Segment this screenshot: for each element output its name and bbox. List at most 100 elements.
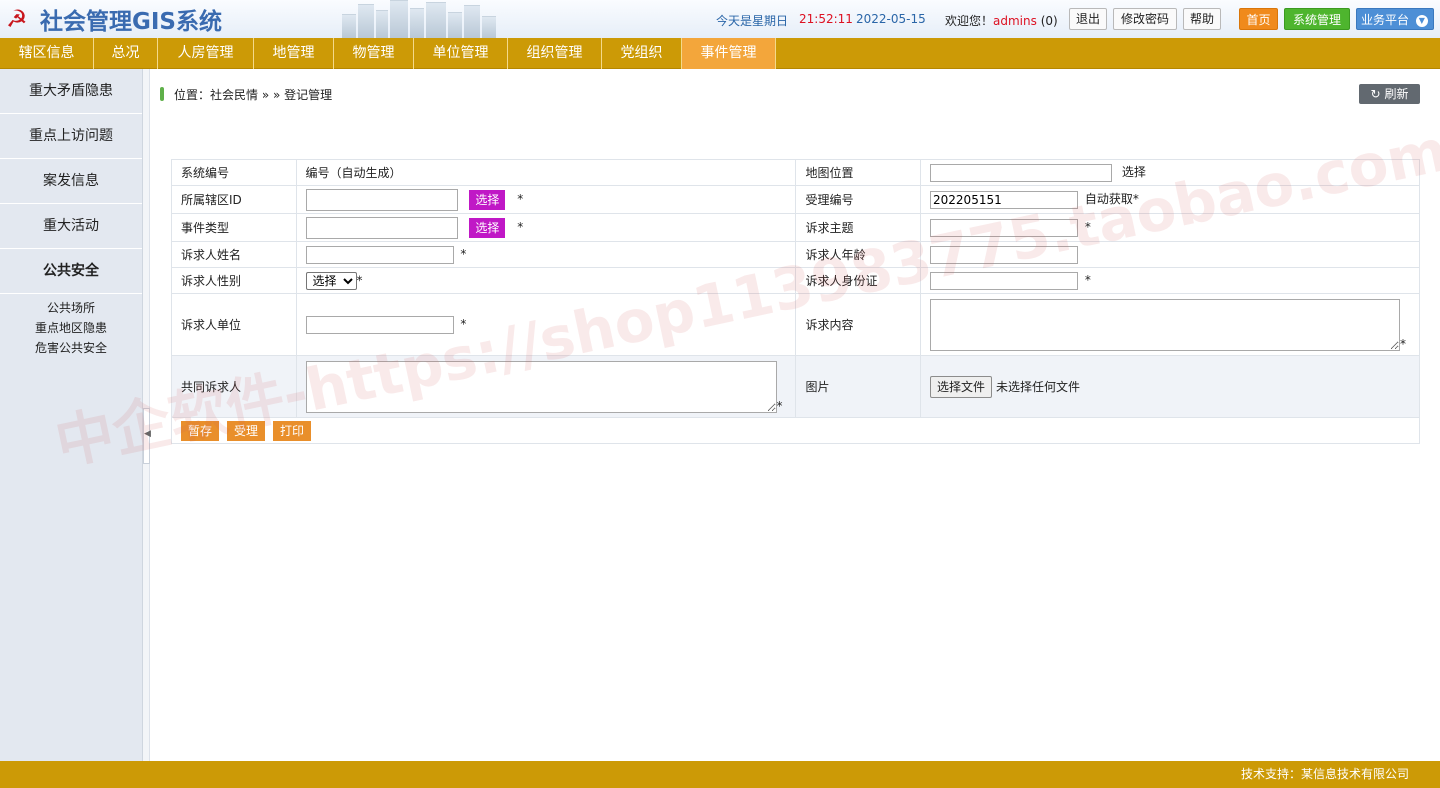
sidebar-item-major-conflicts[interactable]: 重大矛盾隐患: [0, 69, 142, 114]
help-button[interactable]: 帮助: [1183, 8, 1221, 30]
subject-cell: *: [920, 213, 1420, 242]
current-date: 2022-05-15: [856, 12, 926, 26]
accept-button[interactable]: 受理: [227, 420, 266, 441]
save-draft-button[interactable]: 暂存: [181, 420, 220, 441]
idcard-input[interactable]: [930, 271, 1079, 290]
sidebar-item-cases[interactable]: 案发信息: [0, 159, 142, 204]
accept-no-input[interactable]: [930, 190, 1079, 209]
clock-time: 21:52:11: [799, 12, 853, 26]
refresh-button[interactable]: ↻ 刷新: [1359, 84, 1420, 104]
sidebar-subitem-endangering-safety[interactable]: 危害公共安全: [0, 338, 142, 358]
event-type-cell: 选择 *: [295, 213, 797, 242]
event-register-form: 系统编号 编号（自动生成） 地图位置 选择 所属辖区ID 选择 * 受理编号 自…: [171, 159, 1420, 444]
co-petitioner-cell: *: [295, 355, 797, 418]
content-label: 诉求内容: [795, 293, 922, 356]
nav-item-organization[interactable]: 组织管理: [508, 38, 602, 69]
required-star: *: [1084, 220, 1091, 234]
sidebar-item-public-safety[interactable]: 公共安全: [0, 249, 142, 294]
logout-button[interactable]: 退出: [1069, 8, 1107, 30]
district-id-input[interactable]: [305, 188, 458, 211]
chevron-down-icon: ▼: [1415, 14, 1428, 27]
required-star: *: [517, 192, 524, 206]
refresh-icon: ↻: [1370, 87, 1381, 101]
nav-item-overview[interactable]: 总况: [94, 38, 158, 69]
welcome-label: 欢迎您！: [945, 14, 994, 28]
unit-input[interactable]: [305, 315, 454, 334]
message-count[interactable]: (0): [1041, 14, 1058, 28]
age-label: 诉求人年龄: [795, 241, 922, 268]
content-textarea[interactable]: [930, 298, 1401, 351]
event-type-label: 事件类型: [171, 213, 297, 242]
party-emblem-icon: ☭: [6, 5, 28, 33]
map-select-link[interactable]: 选择: [1122, 165, 1146, 179]
footer-support-text: 技术支持：某信息技术有限公司: [1240, 767, 1409, 781]
subject-input[interactable]: [930, 218, 1079, 237]
sidebar-collapse-handle[interactable]: ◀: [143, 408, 151, 464]
auto-get-label: 自动获取*: [1084, 192, 1139, 207]
header: ☭ 社会管理GIS系统 今天是星期日 21:52:11 2022-05-15 欢…: [0, 0, 1440, 38]
breadcrumb-text: 位置：社会民情 » » 登记管理: [174, 87, 333, 102]
nav-item-land[interactable]: 地管理: [254, 38, 334, 69]
home-button[interactable]: 首页: [1239, 8, 1278, 30]
required-star: *: [776, 398, 783, 413]
age-cell: [920, 241, 1420, 268]
breadcrumb: 位置：社会民情 » » 登记管理: [160, 86, 332, 102]
accept-no-label: 受理编号: [795, 185, 922, 214]
unit-cell: *: [295, 293, 797, 356]
required-star: *: [460, 247, 467, 261]
refresh-label: 刷新: [1384, 87, 1409, 101]
event-type-input[interactable]: [305, 216, 458, 239]
nav-item-district[interactable]: 辖区信息: [0, 38, 94, 69]
system-no-value: 编号（自动生成）: [295, 159, 797, 186]
system-no-label: 系统编号: [171, 159, 297, 186]
picture-label: 图片: [795, 355, 922, 418]
username[interactable]: admins: [993, 14, 1037, 28]
nav-item-party[interactable]: 党组织: [602, 38, 682, 69]
form-actions: 暂存 受理 打印: [171, 417, 1420, 444]
system-manage-button[interactable]: 系统管理: [1284, 8, 1350, 30]
nav-item-property[interactable]: 物管理: [334, 38, 414, 69]
sidebar-item-major-events[interactable]: 重大活动: [0, 204, 142, 249]
business-platform-dropdown[interactable]: 业务平台 ▼: [1356, 8, 1434, 30]
age-input[interactable]: [930, 245, 1079, 264]
district-select-button[interactable]: 选择: [469, 189, 506, 210]
business-platform-label: 业务平台: [1361, 13, 1410, 27]
name-label: 诉求人姓名: [171, 241, 297, 268]
nav-item-housing[interactable]: 人房管理: [158, 38, 254, 69]
breadcrumb-marker: [160, 87, 164, 101]
nav-item-events[interactable]: 事件管理: [682, 38, 776, 69]
required-star: *: [1084, 273, 1091, 287]
required-star: *: [460, 317, 467, 331]
unit-label: 诉求人单位: [171, 293, 297, 356]
subject-label: 诉求主题: [795, 213, 922, 242]
map-position-input[interactable]: [930, 163, 1113, 182]
nav-item-unit[interactable]: 单位管理: [414, 38, 508, 69]
content-cell: *: [920, 293, 1420, 356]
sidebar: 重大矛盾隐患 重点上访问题 案发信息 重大活动 公共安全 公共场所 重点地区隐患…: [0, 69, 143, 761]
sidebar-item-petitions[interactable]: 重点上访问题: [0, 114, 142, 159]
weekday-label: 今天是星期日: [716, 14, 789, 28]
sidebar-subitem-public-places[interactable]: 公共场所: [0, 298, 142, 318]
name-input[interactable]: [305, 245, 454, 264]
gender-label: 诉求人性别: [171, 267, 297, 294]
chevron-left-icon: ◀: [144, 429, 151, 439]
accept-no-cell: 自动获取*: [920, 185, 1420, 214]
footer: 技术支持：某信息技术有限公司: [0, 761, 1440, 788]
sidebar-subitem-key-areas[interactable]: 重点地区隐患: [0, 318, 142, 338]
district-id-label: 所属辖区ID: [171, 185, 297, 214]
picture-cell: 选择文件 未选择任何文件: [920, 355, 1420, 418]
map-position-label: 地图位置: [795, 159, 922, 186]
name-cell: *: [295, 241, 797, 268]
required-star: *: [1400, 336, 1407, 351]
print-button[interactable]: 打印: [273, 420, 312, 441]
idcard-label: 诉求人身份证: [795, 267, 922, 294]
choose-file-button[interactable]: 选择文件: [930, 375, 993, 398]
event-type-select-button[interactable]: 选择: [469, 217, 506, 238]
required-star: *: [356, 273, 363, 287]
required-star: *: [517, 220, 524, 234]
change-password-button[interactable]: 修改密码: [1113, 8, 1177, 30]
gender-select[interactable]: 选择: [305, 271, 357, 290]
app-logo: ☭ 社会管理GIS系统: [6, 5, 222, 35]
co-petitioner-textarea[interactable]: [305, 360, 777, 413]
file-status: 未选择任何文件: [996, 379, 1081, 394]
